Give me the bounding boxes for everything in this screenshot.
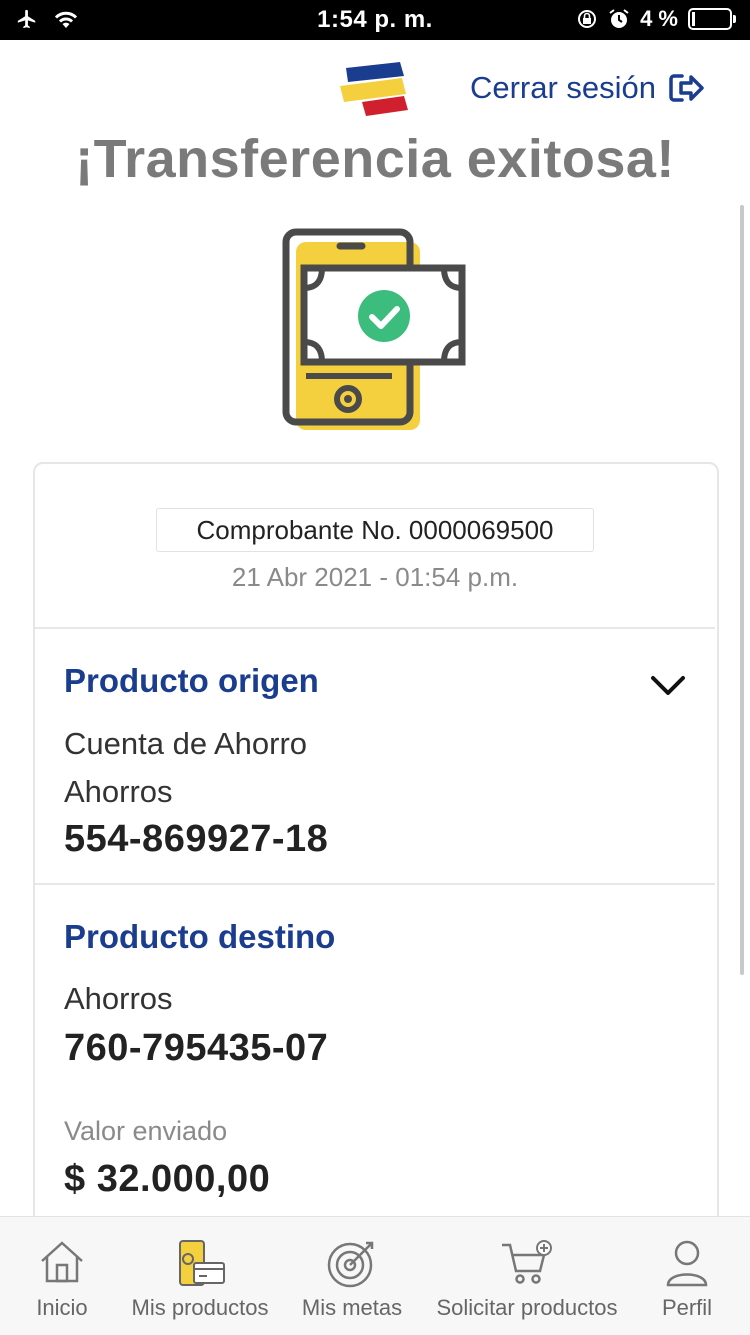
tab-inicio[interactable]: Inicio xyxy=(22,1217,102,1335)
battery-icon xyxy=(688,8,736,30)
bank-logo xyxy=(338,62,410,123)
tab-mis-productos[interactable]: Mis productos xyxy=(124,1217,276,1335)
logout-icon xyxy=(669,74,704,102)
home-icon xyxy=(38,1239,86,1290)
destination-heading: Producto destino xyxy=(64,918,336,955)
receipt-number: Comprobante No. 0000069500 xyxy=(156,508,594,552)
tab-label: Mis productos xyxy=(131,1295,269,1320)
page-title: ¡Transferencia exitosa! xyxy=(75,129,675,189)
tab-mis-metas[interactable]: Mis metas xyxy=(296,1217,408,1335)
divider xyxy=(35,883,715,885)
tab-solicitar-productos[interactable]: Solicitar productos xyxy=(426,1217,628,1335)
transfer-date: 21 Abr 2021 - 01:54 p.m. xyxy=(231,562,519,592)
tab-label: Inicio xyxy=(36,1295,88,1320)
transfer-success-illustration xyxy=(280,226,470,441)
tab-perfil[interactable]: Perfil xyxy=(646,1217,728,1335)
divider xyxy=(35,627,715,629)
destination-account-number: 760-795435-07 xyxy=(64,1027,329,1069)
bottom-tab-bar: Inicio Mis productos Mis metas Solicitar… xyxy=(0,1216,750,1335)
tab-label: Solicitar productos xyxy=(436,1295,618,1320)
status-bar: 1:54 p. m. 4 % xyxy=(0,0,750,40)
amount-value: $ 32.000,00 xyxy=(64,1158,271,1200)
rotation-lock-icon xyxy=(578,10,597,28)
origin-type: Ahorros xyxy=(64,774,173,809)
tab-label: Mis metas xyxy=(301,1295,403,1320)
alarm-icon xyxy=(609,9,629,28)
products-icon xyxy=(174,1239,226,1294)
battery-percent: 4 % xyxy=(640,6,678,31)
chevron-down-icon[interactable] xyxy=(650,674,686,703)
status-right: 4 % xyxy=(576,6,736,32)
amount-label: Valor enviado xyxy=(64,1116,228,1146)
target-icon xyxy=(326,1239,378,1294)
destination-type: Ahorros xyxy=(64,981,173,1016)
cart-icon xyxy=(500,1239,554,1292)
origin-heading: Producto origen xyxy=(64,662,319,699)
logout-label: Cerrar sesión xyxy=(469,70,656,105)
tab-label: Perfil xyxy=(661,1295,713,1320)
user-icon xyxy=(665,1239,709,1292)
origin-account-number: 554-869927-18 xyxy=(64,818,329,860)
logout-button[interactable]: Cerrar sesión xyxy=(470,70,706,106)
origin-product: Cuenta de Ahorro xyxy=(64,726,308,761)
